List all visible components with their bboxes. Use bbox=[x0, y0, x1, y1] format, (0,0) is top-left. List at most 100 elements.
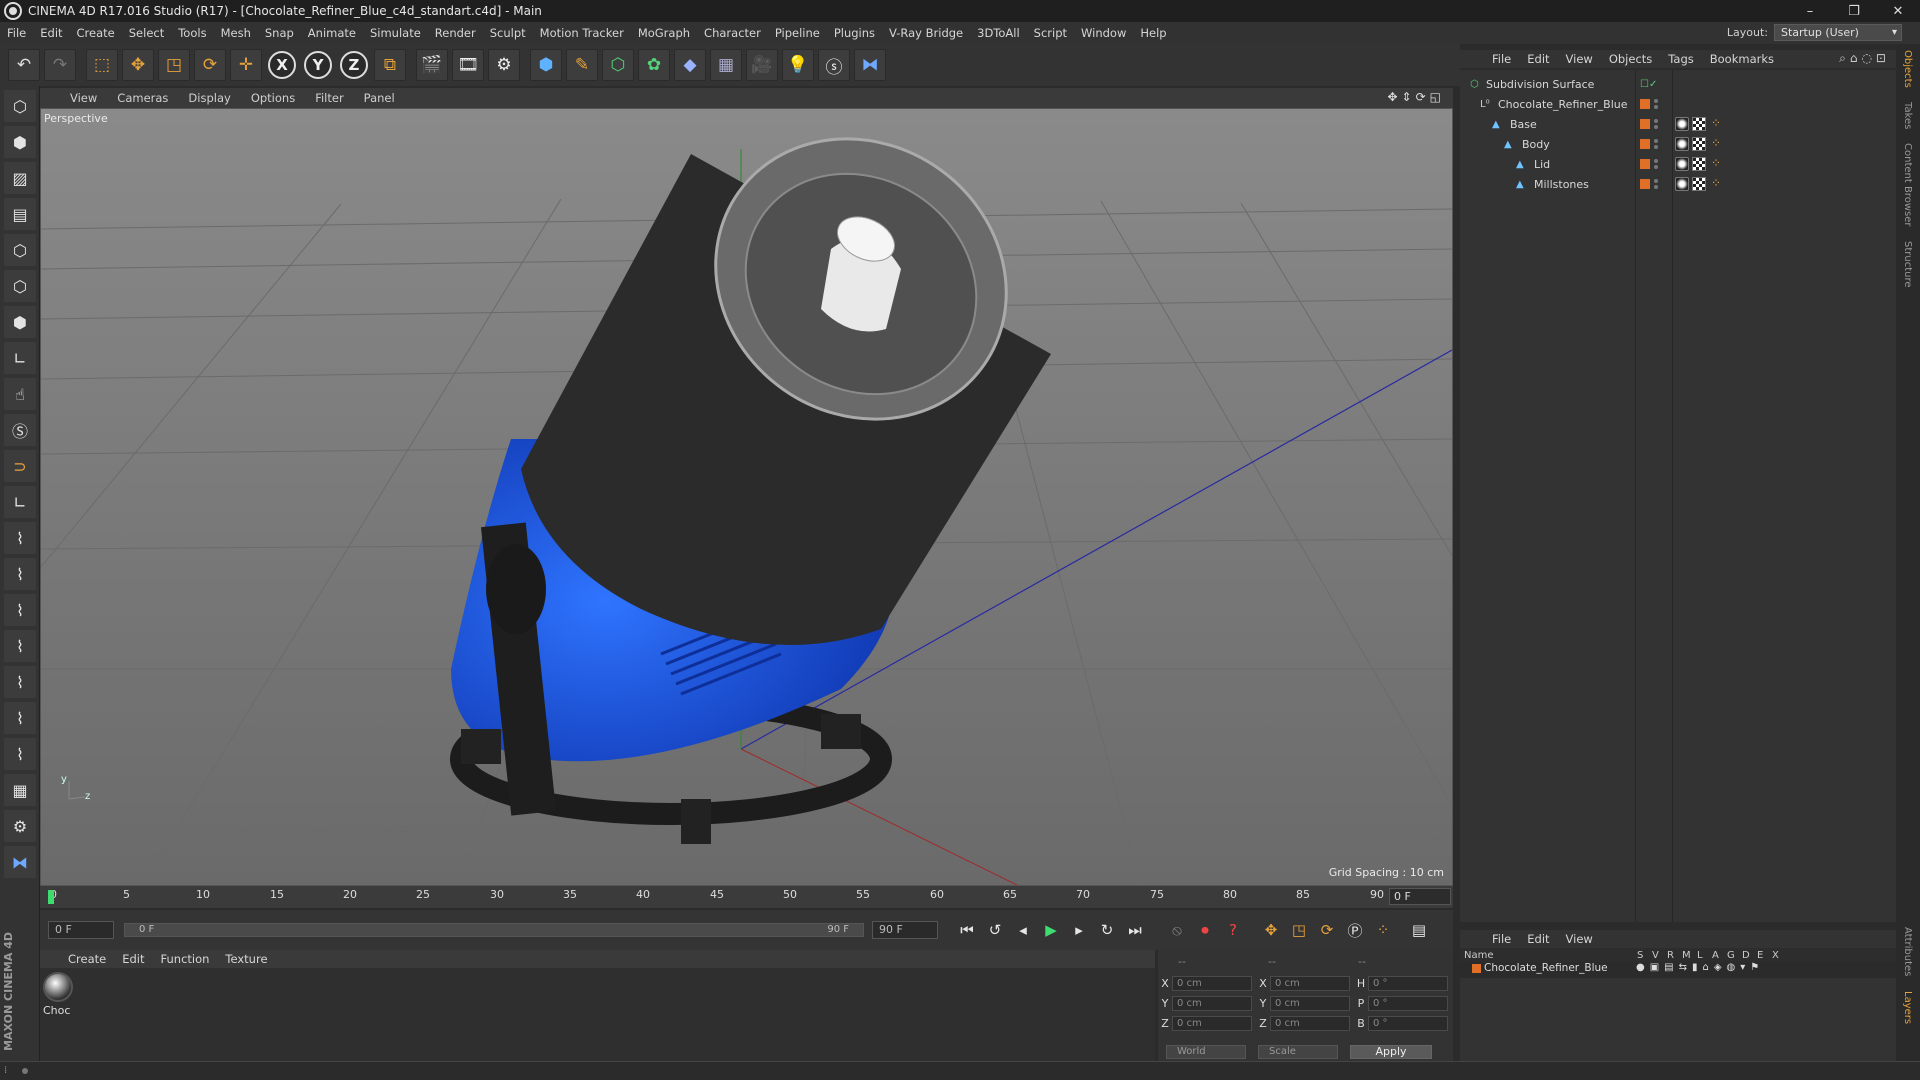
current-frame-field[interactable]: 0 F bbox=[1389, 888, 1451, 905]
tab-objects[interactable]: Objects bbox=[1902, 50, 1913, 88]
object-name[interactable]: Base bbox=[1510, 118, 1537, 131]
rotation-b-field[interactable]: 0 ° bbox=[1368, 1015, 1448, 1031]
object-name[interactable]: Chocolate_Refiner_Blue bbox=[1498, 98, 1628, 111]
tab-layers[interactable]: Layers bbox=[1902, 991, 1913, 1024]
select-icon[interactable]: ⬚ bbox=[86, 49, 118, 81]
menu-file[interactable]: File bbox=[0, 26, 33, 40]
tree-row-body[interactable]: ▲ Body ⁘ bbox=[1460, 134, 1896, 154]
magnet-icon[interactable]: ⚙ bbox=[4, 810, 36, 842]
transform-icon[interactable]: ✛ bbox=[230, 49, 262, 81]
x-axis-icon[interactable]: X bbox=[268, 51, 296, 79]
edges-mode-icon[interactable]: ⬡ bbox=[4, 270, 36, 302]
viewport-menu-options[interactable]: Options bbox=[241, 91, 305, 105]
layers-menu-file[interactable]: File bbox=[1484, 932, 1519, 946]
record-icon[interactable]: ⏺ bbox=[1192, 917, 1218, 943]
object-name[interactable]: Body bbox=[1522, 138, 1550, 151]
menu-3dtoall[interactable]: 3DToAll bbox=[970, 26, 1027, 40]
rotation-p-field[interactable]: 0 ° bbox=[1368, 995, 1448, 1011]
menu-create[interactable]: Create bbox=[70, 26, 122, 40]
subdivision-icon[interactable]: ⬡ bbox=[602, 49, 634, 81]
material-menu-edit[interactable]: Edit bbox=[114, 952, 152, 966]
points-mode-icon[interactable]: ⬡ bbox=[4, 234, 36, 266]
python-icon[interactable]: ⧓ bbox=[854, 49, 886, 81]
coordinate-system-icon[interactable]: ⧉ bbox=[374, 49, 406, 81]
previous-frame-icon[interactable]: ◂ bbox=[1010, 917, 1036, 943]
layer-name[interactable]: Chocolate_Refiner_Blue bbox=[1484, 962, 1608, 974]
workplane-icon[interactable]: ▤ bbox=[4, 198, 36, 230]
motion-path-icon[interactable]: ⦸ bbox=[1164, 917, 1190, 943]
menu-simulate[interactable]: Simulate bbox=[363, 26, 428, 40]
z-axis-icon[interactable]: Z bbox=[340, 51, 368, 79]
tab-attributes[interactable]: Attributes bbox=[1902, 927, 1913, 976]
object-name[interactable]: Millstones bbox=[1534, 178, 1589, 191]
menu-window[interactable]: Window bbox=[1074, 26, 1133, 40]
key-scale-icon[interactable]: ◳ bbox=[1286, 917, 1312, 943]
edit-render-settings-icon[interactable]: ⚙ bbox=[488, 49, 520, 81]
array-icon[interactable]: ✿ bbox=[638, 49, 670, 81]
menu-help[interactable]: Help bbox=[1133, 26, 1173, 40]
tab-takes[interactable]: Takes bbox=[1902, 102, 1913, 129]
menu-mograph[interactable]: MoGraph bbox=[631, 26, 697, 40]
layer-color-swatch[interactable] bbox=[1640, 159, 1650, 169]
material-swatch[interactable] bbox=[43, 972, 73, 1002]
scale-icon[interactable]: ◳ bbox=[158, 49, 190, 81]
python-side-icon[interactable]: ⧓ bbox=[4, 846, 36, 878]
loop-icon[interactable]: ↻ bbox=[1094, 917, 1120, 943]
viewport-menu-display[interactable]: Display bbox=[178, 91, 240, 105]
phong-tag-icon[interactable] bbox=[1675, 137, 1689, 151]
key-rotation-icon[interactable]: ⟳ bbox=[1314, 917, 1340, 943]
axis-mode-icon[interactable]: ∟ bbox=[4, 342, 36, 374]
tab-structure[interactable]: Structure bbox=[1902, 241, 1913, 288]
locked-workplane-icon[interactable]: ∟ bbox=[4, 486, 36, 518]
menu-animate[interactable]: Animate bbox=[301, 26, 363, 40]
rotation-h-field[interactable]: 0 ° bbox=[1368, 975, 1448, 991]
key-position-icon[interactable]: ✥ bbox=[1258, 917, 1284, 943]
viewport-menu-cameras[interactable]: Cameras bbox=[107, 91, 178, 105]
material-label[interactable]: Choc bbox=[43, 1004, 70, 1017]
end-frame-field[interactable]: 90 F bbox=[872, 921, 938, 939]
loop-back-icon[interactable]: ↺ bbox=[982, 917, 1008, 943]
redo-icon[interactable]: ↷ bbox=[44, 49, 76, 81]
layer-color-swatch[interactable] bbox=[1640, 179, 1650, 189]
menu-sculpt[interactable]: Sculpt bbox=[483, 26, 533, 40]
menu-edit[interactable]: Edit bbox=[33, 26, 69, 40]
render-view-icon[interactable]: 🎬 bbox=[416, 49, 448, 81]
script-icon[interactable]: ⓢ bbox=[818, 49, 850, 81]
coordinate-mode-dropdown[interactable]: World bbox=[1166, 1045, 1246, 1059]
next-frame-icon[interactable]: ▸ bbox=[1066, 917, 1092, 943]
solo-icon[interactable]: Ⓢ bbox=[4, 414, 36, 446]
timeline-ruler[interactable]: 0 5 10 15 20 25 30 35 40 45 50 55 60 65 … bbox=[40, 886, 1453, 908]
menu-character[interactable]: Character bbox=[697, 26, 768, 40]
phong-tag-icon[interactable] bbox=[1675, 117, 1689, 131]
texture-tag-icon[interactable] bbox=[1692, 117, 1706, 131]
selection-tag-icon[interactable]: ⁘ bbox=[1709, 177, 1723, 191]
layers-menu-view[interactable]: View bbox=[1558, 932, 1601, 946]
snap-icon[interactable]: ⊃ bbox=[4, 450, 36, 482]
close-button[interactable]: ✕ bbox=[1876, 0, 1920, 22]
go-to-end-icon[interactable]: ⏭ bbox=[1122, 917, 1148, 943]
tree-row-base[interactable]: ▲ Base ⁘ bbox=[1460, 114, 1896, 134]
tree-row-subdivision-surface[interactable]: ⬡ Subdivision Surface ☐✓ bbox=[1460, 74, 1896, 94]
menu-render[interactable]: Render bbox=[428, 26, 483, 40]
phong-tag-icon[interactable] bbox=[1675, 177, 1689, 191]
menu-select[interactable]: Select bbox=[122, 26, 171, 40]
objects-menu-bookmarks[interactable]: Bookmarks bbox=[1702, 52, 1782, 66]
visibility-dots-icon[interactable] bbox=[1654, 139, 1658, 149]
tweak-icon[interactable]: ☝ bbox=[4, 378, 36, 410]
objects-menu-objects[interactable]: Objects bbox=[1601, 52, 1660, 66]
material-menu-create[interactable]: Create bbox=[60, 952, 114, 966]
menu-snap[interactable]: Snap bbox=[258, 26, 301, 40]
brush-6-icon[interactable]: ⌇ bbox=[4, 702, 36, 734]
brush-5-icon[interactable]: ⌇ bbox=[4, 666, 36, 698]
objects-menu-edit[interactable]: Edit bbox=[1519, 52, 1557, 66]
render-picture-viewer-icon[interactable]: 🎞 bbox=[452, 49, 484, 81]
objects-menu-file[interactable]: File bbox=[1484, 52, 1519, 66]
objects-menu-tags[interactable]: Tags bbox=[1660, 52, 1701, 66]
brush-4-icon[interactable]: ⌇ bbox=[4, 630, 36, 662]
layer-color-swatch[interactable] bbox=[1640, 119, 1650, 129]
menu-vray-bridge[interactable]: V-Ray Bridge bbox=[882, 26, 970, 40]
start-frame-field[interactable]: 0 F bbox=[48, 921, 114, 939]
brush-3-icon[interactable]: ⌇ bbox=[4, 594, 36, 626]
layers-menu-edit[interactable]: Edit bbox=[1519, 932, 1557, 946]
viewport-menu-panel[interactable]: Panel bbox=[354, 91, 405, 105]
